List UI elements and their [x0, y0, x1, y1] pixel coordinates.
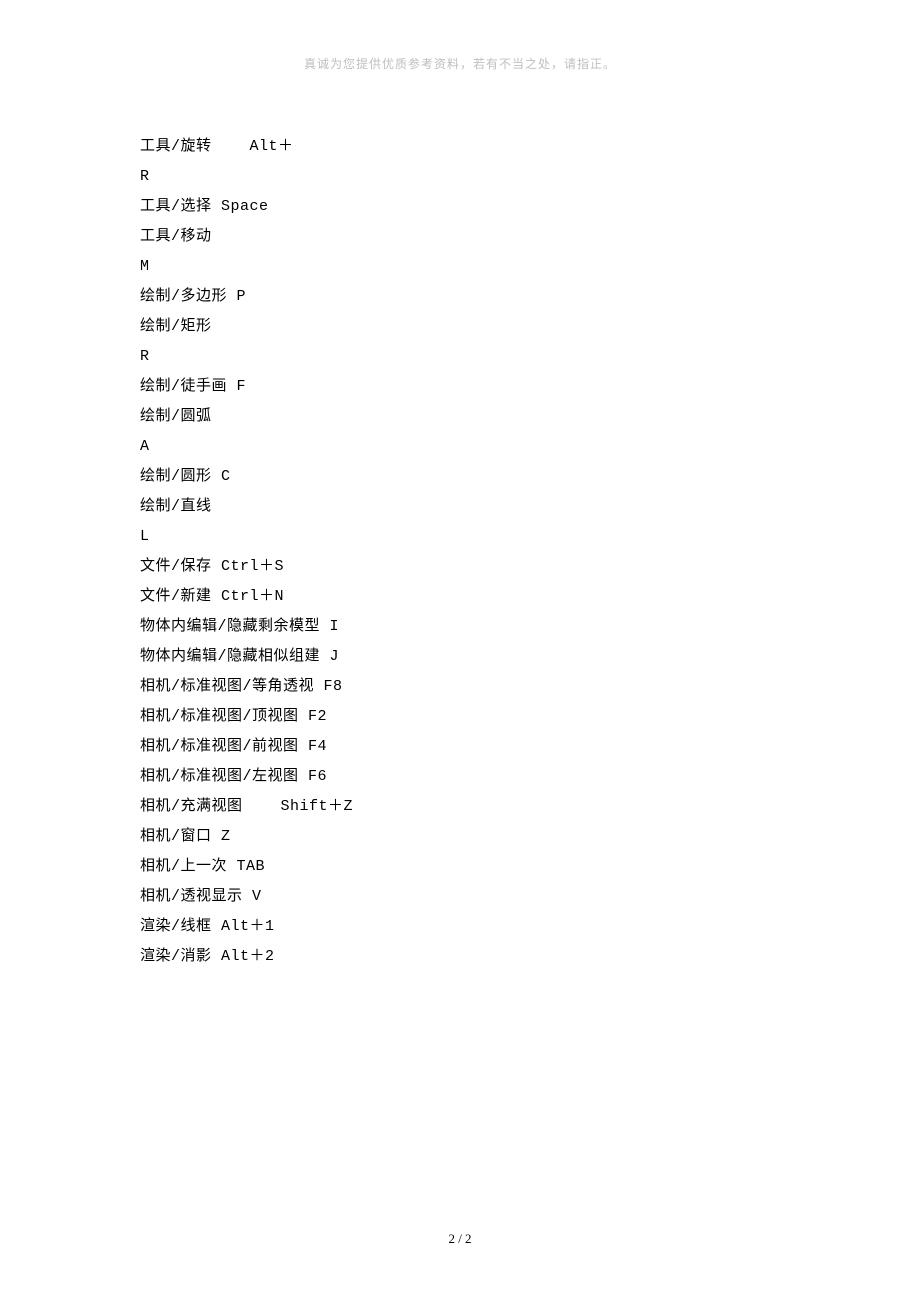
text-line: 文件/保存 Ctrl＋S: [140, 552, 780, 582]
text-line: 绘制/圆弧: [140, 402, 780, 432]
text-line: 渲染/线框 Alt＋1: [140, 912, 780, 942]
text-line: 物体内编辑/隐藏相似组建 J: [140, 642, 780, 672]
text-line: 相机/标准视图/等角透视 F8: [140, 672, 780, 702]
text-line: M: [140, 252, 780, 282]
text-line: 绘制/徒手画 F: [140, 372, 780, 402]
text-line: 绘制/圆形 C: [140, 462, 780, 492]
page-number: 2 / 2: [0, 1231, 920, 1247]
text-line: 文件/新建 Ctrl＋N: [140, 582, 780, 612]
text-line: R: [140, 162, 780, 192]
text-line: 相机/上一次 TAB: [140, 852, 780, 882]
text-line: 相机/标准视图/左视图 F6: [140, 762, 780, 792]
page-header: 真诚为您提供优质参考资料，若有不当之处，请指正。: [140, 55, 780, 72]
text-line: 工具/旋转 Alt＋: [140, 132, 780, 162]
text-line: 绘制/直线: [140, 492, 780, 522]
text-line: 工具/选择 Space: [140, 192, 780, 222]
text-line: L: [140, 522, 780, 552]
document-content: 工具/旋转 Alt＋R工具/选择 Space工具/移动M绘制/多边形 P绘制/矩…: [140, 132, 780, 972]
text-line: 相机/透视显示 V: [140, 882, 780, 912]
text-line: R: [140, 342, 780, 372]
text-line: 工具/移动: [140, 222, 780, 252]
text-line: 渲染/消影 Alt＋2: [140, 942, 780, 972]
text-line: 绘制/多边形 P: [140, 282, 780, 312]
text-line: 绘制/矩形: [140, 312, 780, 342]
text-line: 物体内编辑/隐藏剩余模型 I: [140, 612, 780, 642]
text-line: 相机/标准视图/顶视图 F2: [140, 702, 780, 732]
text-line: 相机/窗口 Z: [140, 822, 780, 852]
text-line: A: [140, 432, 780, 462]
document-page: 真诚为您提供优质参考资料，若有不当之处，请指正。 工具/旋转 Alt＋R工具/选…: [0, 0, 920, 1302]
text-line: 相机/充满视图 Shift＋Z: [140, 792, 780, 822]
text-line: 相机/标准视图/前视图 F4: [140, 732, 780, 762]
